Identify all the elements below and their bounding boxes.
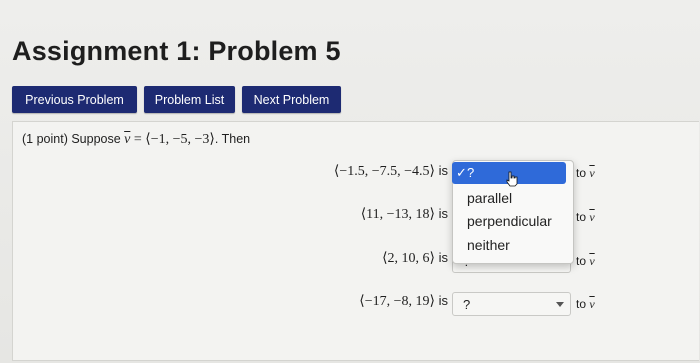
dropdown-option-perpendicular[interactable]: perpendicular [467, 213, 552, 229]
dropdown-option-parallel[interactable]: parallel [467, 190, 512, 206]
given-vector: v = ⟨−1, −5, −3⟩ [124, 132, 215, 147]
page-title: Assignment 1: Problem 5 [12, 36, 341, 66]
dropdown-option-neither[interactable]: neither [467, 237, 510, 253]
problem-statement: (1 point) Suppose v = ⟨−1, −5, −3⟩. Then [22, 131, 250, 148]
row-1-to-label: to v [576, 166, 595, 180]
row-2-vector: ⟨11, −13, 18⟩ [360, 207, 435, 222]
row-4-selected-value: ? [463, 297, 471, 312]
problem-list-button[interactable]: Problem List [144, 86, 235, 113]
row-1-vector: ⟨−1.5, −7.5, −4.5⟩ [333, 164, 435, 179]
points-text: (1 point) Suppose [22, 132, 125, 146]
row-3-to-label: to v [576, 254, 595, 268]
row-4-to-label: to v [576, 297, 595, 311]
row-4-select[interactable]: ? [452, 292, 571, 316]
row-2-to-label: to v [576, 210, 595, 224]
check-icon: ✓ [456, 165, 467, 180]
row-4-vector: ⟨−17, −8, 19⟩ [359, 294, 435, 309]
row-3-label: ⟨2, 10, 6⟩ is [382, 250, 448, 266]
row-3-vector: ⟨2, 10, 6⟩ [382, 251, 435, 266]
then-text: . Then [214, 132, 251, 146]
row-4-label: ⟨−17, −8, 19⟩ is [359, 293, 448, 309]
row-1-label: ⟨−1.5, −7.5, −4.5⟩ is [333, 163, 448, 179]
hand-pointer-icon [506, 171, 518, 187]
problem-container [12, 121, 699, 361]
previous-problem-button[interactable]: Previous Problem [12, 86, 137, 113]
row-2-label: ⟨11, −13, 18⟩ is [360, 206, 448, 222]
next-problem-button[interactable]: Next Problem [242, 86, 341, 113]
chevron-down-icon [556, 302, 564, 307]
